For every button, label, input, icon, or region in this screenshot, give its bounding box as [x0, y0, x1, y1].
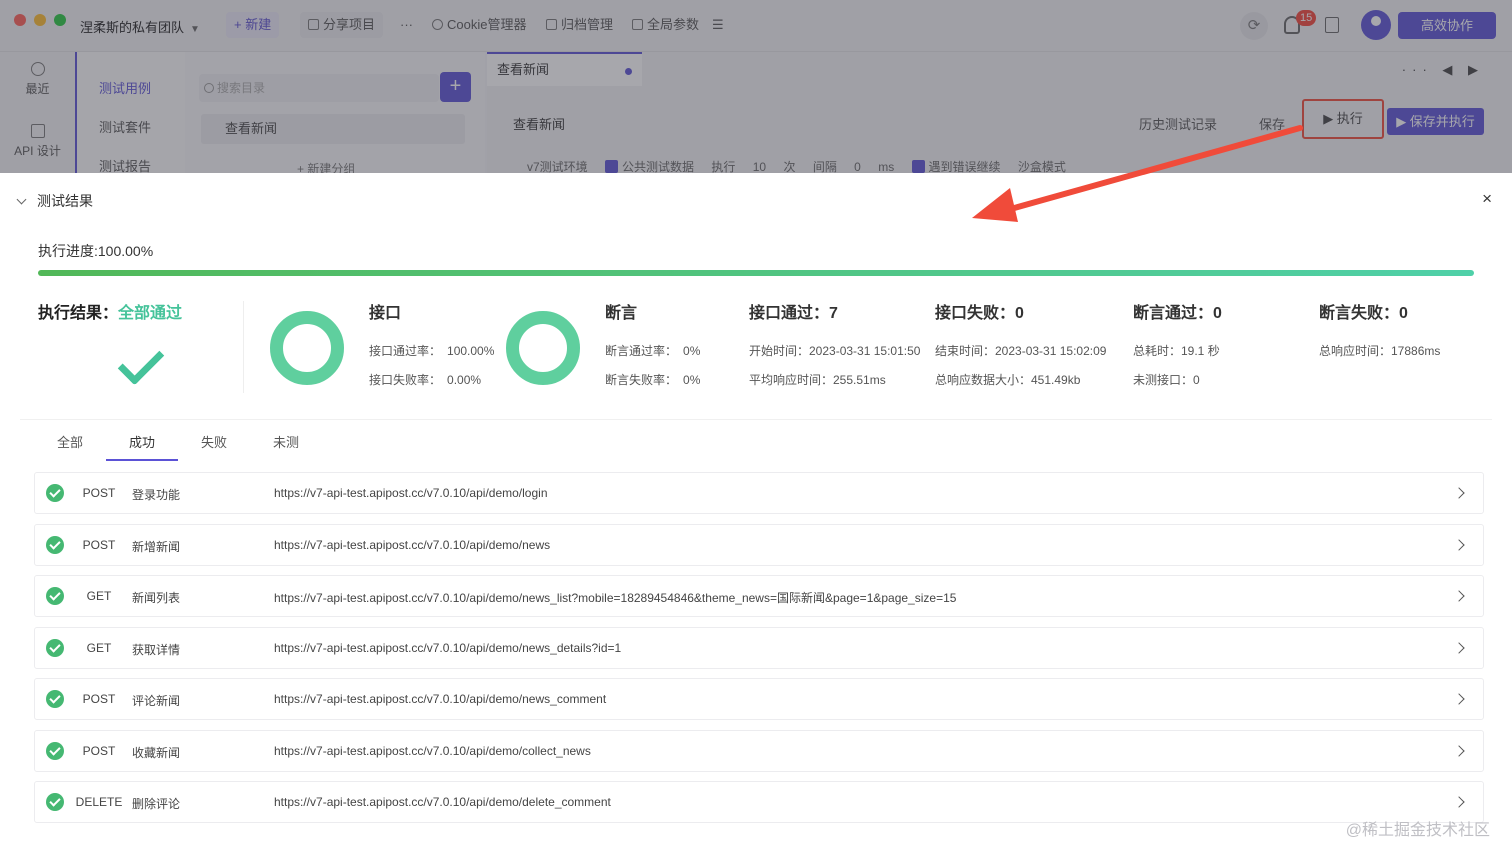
success-icon	[46, 484, 64, 502]
api-url: https://v7-api-test.apipost.cc/v7.0.10/a…	[274, 743, 591, 758]
assert-fail-rate-value: 0%	[683, 373, 701, 387]
untested-count: 未测接口：0	[1133, 373, 1200, 387]
result-row[interactable]: POST 收藏新闻 https://v7-api-test.apipost.cc/v…	[34, 729, 1484, 772]
assert-heading: 断言	[605, 305, 638, 322]
api-name: 新增新闻	[132, 539, 181, 554]
api-pass-rate-label: 接口通过率：	[369, 344, 442, 358]
assert-pass-rate: 断言通过率： 0%	[605, 342, 700, 359]
api-url: https://v7-api-test.apipost.cc/v7.0.10/a…	[274, 486, 548, 500]
panel-title: 测试结果	[37, 193, 93, 209]
assert-fail-count: 断言失败：0	[1319, 305, 1408, 322]
api-fail-rate-label: 接口失败率：	[369, 373, 442, 387]
progress-fill	[38, 270, 1474, 276]
assert-fail-rate: 断言失败率： 0%	[605, 371, 700, 388]
method-label: POST	[82, 486, 116, 500]
method-label: DELETE	[75, 795, 123, 809]
api-pass-rate-value: 100.00%	[447, 344, 495, 358]
result-row[interactable]: DELETE 删除评论 https://v7-api-test.apipost.cc…	[34, 781, 1484, 823]
test-result-panel: 测试结果 × 执行进度:100.00% 执行结果：全部通过 接口 接口通过率： 1…	[0, 173, 1512, 862]
result-row[interactable]: POST 登录功能 https://v7-api-test.apipost.cc/v…	[34, 472, 1484, 514]
api-name: 获取详情	[132, 642, 181, 657]
check-icon	[117, 338, 165, 386]
method-label: GET	[86, 640, 112, 655]
total-time: 总耗时：19.1 秒	[1133, 344, 1220, 358]
summary-label: 执行结果：	[38, 305, 119, 322]
total-response-size: 总响应数据大小：451.49kb	[935, 373, 1081, 387]
summary-title: 执行结果：全部通过	[38, 299, 182, 323]
success-icon	[46, 638, 64, 657]
method-label: POST	[82, 743, 116, 758]
result-row[interactable]: GET 获取详情 https://v7-api-test.apipost.cc/v7…	[34, 626, 1484, 669]
method-label: GET	[86, 589, 112, 603]
close-icon[interactable]: ×	[1482, 189, 1492, 209]
api-fail-count: 接口失败：0	[935, 305, 1024, 322]
tab-all[interactable]: 全部	[34, 432, 106, 451]
chevron-right-icon	[1453, 590, 1465, 602]
api-name: 登录功能	[132, 488, 181, 502]
result-row[interactable]: GET 新闻列表 https://v7-api-test.apipost.cc/v7…	[34, 575, 1484, 617]
tab-untested[interactable]: 未测	[250, 432, 322, 451]
api-fail-rate-value: 0.00%	[447, 373, 482, 387]
api-url: https://v7-api-test.apipost.cc/v7.0.10/a…	[274, 537, 551, 552]
api-pass-rate: 接口通过率： 100.00%	[369, 342, 494, 359]
panel-header[interactable]: 测试结果	[16, 191, 93, 211]
api-url: https://v7-api-test.apipost.cc/v7.0.10/a…	[274, 591, 957, 605]
active-tab-indicator	[106, 459, 178, 461]
assert-pass-rate-label: 断言通过率：	[605, 344, 678, 358]
chevron-right-icon	[1453, 538, 1465, 551]
modal-overlay	[0, 0, 1512, 175]
watermark: @稀土掘金技术社区	[1345, 822, 1490, 839]
api-heading: 接口	[369, 305, 402, 322]
method-label: POST	[82, 537, 116, 552]
chevron-right-icon	[1453, 796, 1465, 808]
end-time: 结束时间：2023-03-31 15:02:09	[935, 344, 1107, 358]
chevron-right-icon	[1453, 693, 1465, 705]
api-url: https://v7-api-test.apipost.cc/v7.0.10/a…	[274, 640, 622, 655]
api-name: 删除评论	[132, 797, 181, 811]
success-icon	[46, 741, 64, 760]
divider	[243, 301, 244, 393]
assert-pass-ring	[506, 311, 580, 385]
total-response-time: 总响应时间：17886ms	[1319, 344, 1441, 358]
summary-value: 全部通过	[118, 305, 183, 322]
assert-pass-rate-value: 0%	[683, 344, 701, 358]
chevron-right-icon	[1453, 487, 1465, 499]
success-icon	[46, 535, 64, 554]
chevron-right-icon	[1453, 641, 1465, 654]
divider	[20, 419, 1492, 420]
result-list: POST 登录功能 https://v7-api-test.apipost.cc/v…	[34, 472, 1484, 833]
api-url: https://v7-api-test.apipost.cc/v7.0.10/a…	[274, 692, 607, 706]
chevron-down-icon	[16, 194, 27, 205]
api-pass-ring	[270, 311, 344, 385]
background-app: 涅柔斯的私有团队 ▼ + 新建 分享项目 ··· Cookie管理器 归档管理 全…	[0, 0, 1512, 175]
api-name: 收藏新闻	[132, 745, 181, 760]
progress-bar	[38, 270, 1474, 276]
success-icon	[46, 690, 64, 708]
api-name: 新闻列表	[132, 591, 181, 605]
progress-label: 执行进度:100.00%	[38, 243, 154, 259]
api-fail-rate: 接口失败率： 0.00%	[369, 371, 481, 388]
success-icon	[46, 793, 64, 811]
assert-fail-rate-label: 断言失败率：	[605, 373, 678, 387]
api-pass-count: 接口通过：7	[749, 305, 838, 322]
api-name: 评论新闻	[132, 694, 181, 708]
tab-failed[interactable]: 失败	[178, 432, 250, 451]
start-time: 开始时间：2023-03-31 15:01:50	[749, 344, 921, 358]
method-label: POST	[82, 692, 116, 706]
result-row[interactable]: POST 新增新闻 https://v7-api-test.apipost.cc/v…	[34, 523, 1484, 566]
avg-response-time: 平均响应时间：255.51ms	[749, 373, 886, 387]
tab-success[interactable]: 成功	[106, 432, 178, 451]
api-url: https://v7-api-test.apipost.cc/v7.0.10/a…	[274, 795, 611, 809]
success-icon	[46, 587, 64, 605]
assert-pass-count: 断言通过：0	[1133, 305, 1222, 322]
chevron-right-icon	[1453, 744, 1465, 757]
result-row[interactable]: POST 评论新闻 https://v7-api-test.apipost.cc/v…	[34, 678, 1484, 720]
